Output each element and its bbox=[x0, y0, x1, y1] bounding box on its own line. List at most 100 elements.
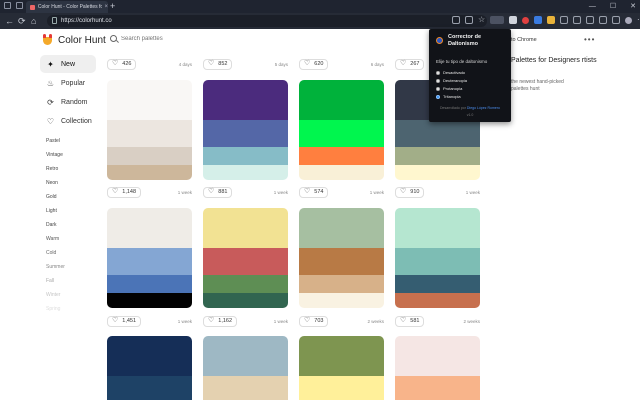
tab-list-icon[interactable] bbox=[16, 2, 23, 9]
color-swatch[interactable] bbox=[395, 208, 480, 248]
extension-yellow-icon[interactable] bbox=[547, 16, 556, 24]
color-swatch[interactable] bbox=[107, 80, 192, 120]
home-icon[interactable]: ⌂ bbox=[31, 15, 36, 27]
color-swatch[interactable] bbox=[395, 376, 480, 400]
tag-neon[interactable]: Neon bbox=[46, 179, 65, 193]
palette-card[interactable] bbox=[203, 80, 288, 180]
radio-selected-icon[interactable] bbox=[436, 94, 440, 99]
color-swatch[interactable] bbox=[107, 147, 192, 165]
palette-card[interactable] bbox=[107, 336, 192, 400]
color-swatch[interactable] bbox=[203, 376, 288, 400]
favorite-star-icon[interactable]: ☆ bbox=[478, 16, 485, 24]
like-button[interactable]: ♡ 852 bbox=[203, 58, 233, 70]
search-input[interactable] bbox=[121, 35, 281, 42]
color-swatch[interactable] bbox=[299, 80, 384, 120]
tag-vintage[interactable]: Vintage bbox=[46, 151, 65, 165]
site-logo[interactable]: Color Hunt bbox=[42, 34, 106, 46]
sidebar-item-collection[interactable]: ♡ Collection bbox=[40, 112, 96, 130]
radio-icon[interactable] bbox=[436, 70, 440, 75]
palette-card[interactable] bbox=[299, 336, 384, 400]
color-swatch[interactable] bbox=[299, 336, 384, 376]
tag-cold[interactable]: Cold bbox=[46, 249, 65, 263]
palette-card[interactable] bbox=[299, 80, 384, 180]
like-button[interactable]: ♡ 703 bbox=[299, 315, 329, 327]
more-options-icon[interactable]: ••• bbox=[584, 35, 595, 44]
search-box[interactable] bbox=[110, 35, 281, 42]
color-swatch[interactable] bbox=[395, 293, 480, 308]
sidebar-item-popular[interactable]: ♨ Popular bbox=[40, 74, 96, 92]
like-button[interactable]: ♡ 1,451 bbox=[107, 315, 142, 327]
close-window-button[interactable]: ✕ bbox=[630, 0, 636, 13]
like-button[interactable]: ♡ 1,162 bbox=[203, 315, 238, 327]
color-swatch[interactable] bbox=[395, 165, 480, 180]
color-swatch[interactable] bbox=[203, 336, 288, 376]
like-button[interactable]: ♡ 881 bbox=[203, 186, 233, 198]
sidebar-item-new[interactable]: ✦ New bbox=[40, 55, 96, 73]
sidebar-item-random[interactable]: ⟳ Random bbox=[40, 93, 96, 111]
radio-icon[interactable] bbox=[436, 78, 440, 83]
address-bar[interactable]: https://colorhunt.co bbox=[47, 15, 487, 27]
tag-retro[interactable]: Retro bbox=[46, 165, 65, 179]
radio-icon[interactable] bbox=[436, 86, 440, 91]
color-swatch[interactable] bbox=[203, 208, 288, 248]
color-swatch[interactable] bbox=[107, 208, 192, 248]
color-swatch[interactable] bbox=[203, 275, 288, 293]
color-swatch[interactable] bbox=[107, 293, 192, 308]
color-swatch[interactable] bbox=[107, 165, 192, 180]
option-protanopia[interactable]: Protanopia bbox=[436, 86, 462, 91]
like-button[interactable]: ♡ 620 bbox=[299, 58, 329, 70]
daltonism-extension-icon[interactable] bbox=[509, 16, 518, 24]
color-swatch[interactable] bbox=[203, 165, 288, 180]
palette-card[interactable] bbox=[299, 208, 384, 308]
color-swatch[interactable] bbox=[107, 248, 192, 275]
collections-icon[interactable] bbox=[599, 16, 608, 24]
color-swatch[interactable] bbox=[395, 336, 480, 376]
workspaces-icon[interactable] bbox=[4, 2, 11, 9]
color-swatch[interactable] bbox=[203, 80, 288, 120]
color-swatch[interactable] bbox=[299, 120, 384, 147]
like-button[interactable]: ♡ 267 bbox=[395, 58, 425, 70]
color-swatch[interactable] bbox=[107, 275, 192, 293]
refresh-icon[interactable]: ⟳ bbox=[18, 15, 26, 27]
palette-card[interactable] bbox=[107, 208, 192, 308]
like-button[interactable]: ♡ 426 bbox=[107, 58, 137, 70]
color-swatch[interactable] bbox=[299, 208, 384, 248]
extension-badge-icon[interactable] bbox=[490, 16, 505, 24]
tag-pastel[interactable]: Pastel bbox=[46, 137, 65, 151]
color-swatch[interactable] bbox=[107, 336, 192, 376]
color-swatch[interactable] bbox=[107, 120, 192, 147]
maximize-button[interactable]: ☐ bbox=[610, 0, 616, 13]
like-button[interactable]: ♡ 910 bbox=[395, 186, 425, 198]
profile-avatar-icon[interactable] bbox=[625, 16, 633, 24]
profile-extension-icon[interactable] bbox=[522, 16, 530, 24]
history-icon[interactable] bbox=[586, 16, 595, 24]
like-button[interactable]: ♡ 581 bbox=[395, 315, 425, 327]
color-swatch[interactable] bbox=[299, 165, 384, 180]
tag-gold[interactable]: Gold bbox=[46, 193, 65, 207]
translate-icon[interactable] bbox=[465, 16, 473, 24]
color-swatch[interactable] bbox=[107, 376, 192, 400]
color-swatch[interactable] bbox=[395, 147, 480, 165]
color-swatch[interactable] bbox=[299, 293, 384, 308]
option-deuteranopia[interactable]: Deuteranopia bbox=[436, 78, 467, 83]
palette-card[interactable] bbox=[395, 336, 480, 400]
palette-card[interactable] bbox=[203, 336, 288, 400]
option-tritanopia[interactable]: Tritanopia bbox=[436, 94, 461, 99]
color-swatch[interactable] bbox=[203, 248, 288, 275]
credits-author-link[interactable]: Diego López Romero bbox=[467, 106, 500, 110]
like-button[interactable]: ♡ 1,148 bbox=[107, 186, 142, 198]
add-to-chrome-link[interactable]: to Chrome bbox=[511, 37, 537, 43]
tag-warm[interactable]: Warm bbox=[46, 235, 65, 249]
tag-winter[interactable]: Winter bbox=[46, 291, 65, 305]
color-swatch[interactable] bbox=[299, 376, 384, 400]
tag-fall[interactable]: Fall bbox=[46, 277, 65, 291]
color-swatch[interactable] bbox=[203, 293, 288, 308]
color-swatch[interactable] bbox=[299, 248, 384, 275]
favorites-icon[interactable] bbox=[573, 16, 582, 24]
active-tab[interactable]: Color Hunt - Color Palettes for De × bbox=[26, 1, 108, 13]
like-button[interactable]: ♡ 574 bbox=[299, 186, 329, 198]
option-desactivado[interactable]: Desactivado bbox=[436, 70, 465, 75]
tag-dark[interactable]: Dark bbox=[46, 221, 65, 235]
color-swatch[interactable] bbox=[203, 147, 288, 165]
color-swatch[interactable] bbox=[299, 147, 384, 165]
